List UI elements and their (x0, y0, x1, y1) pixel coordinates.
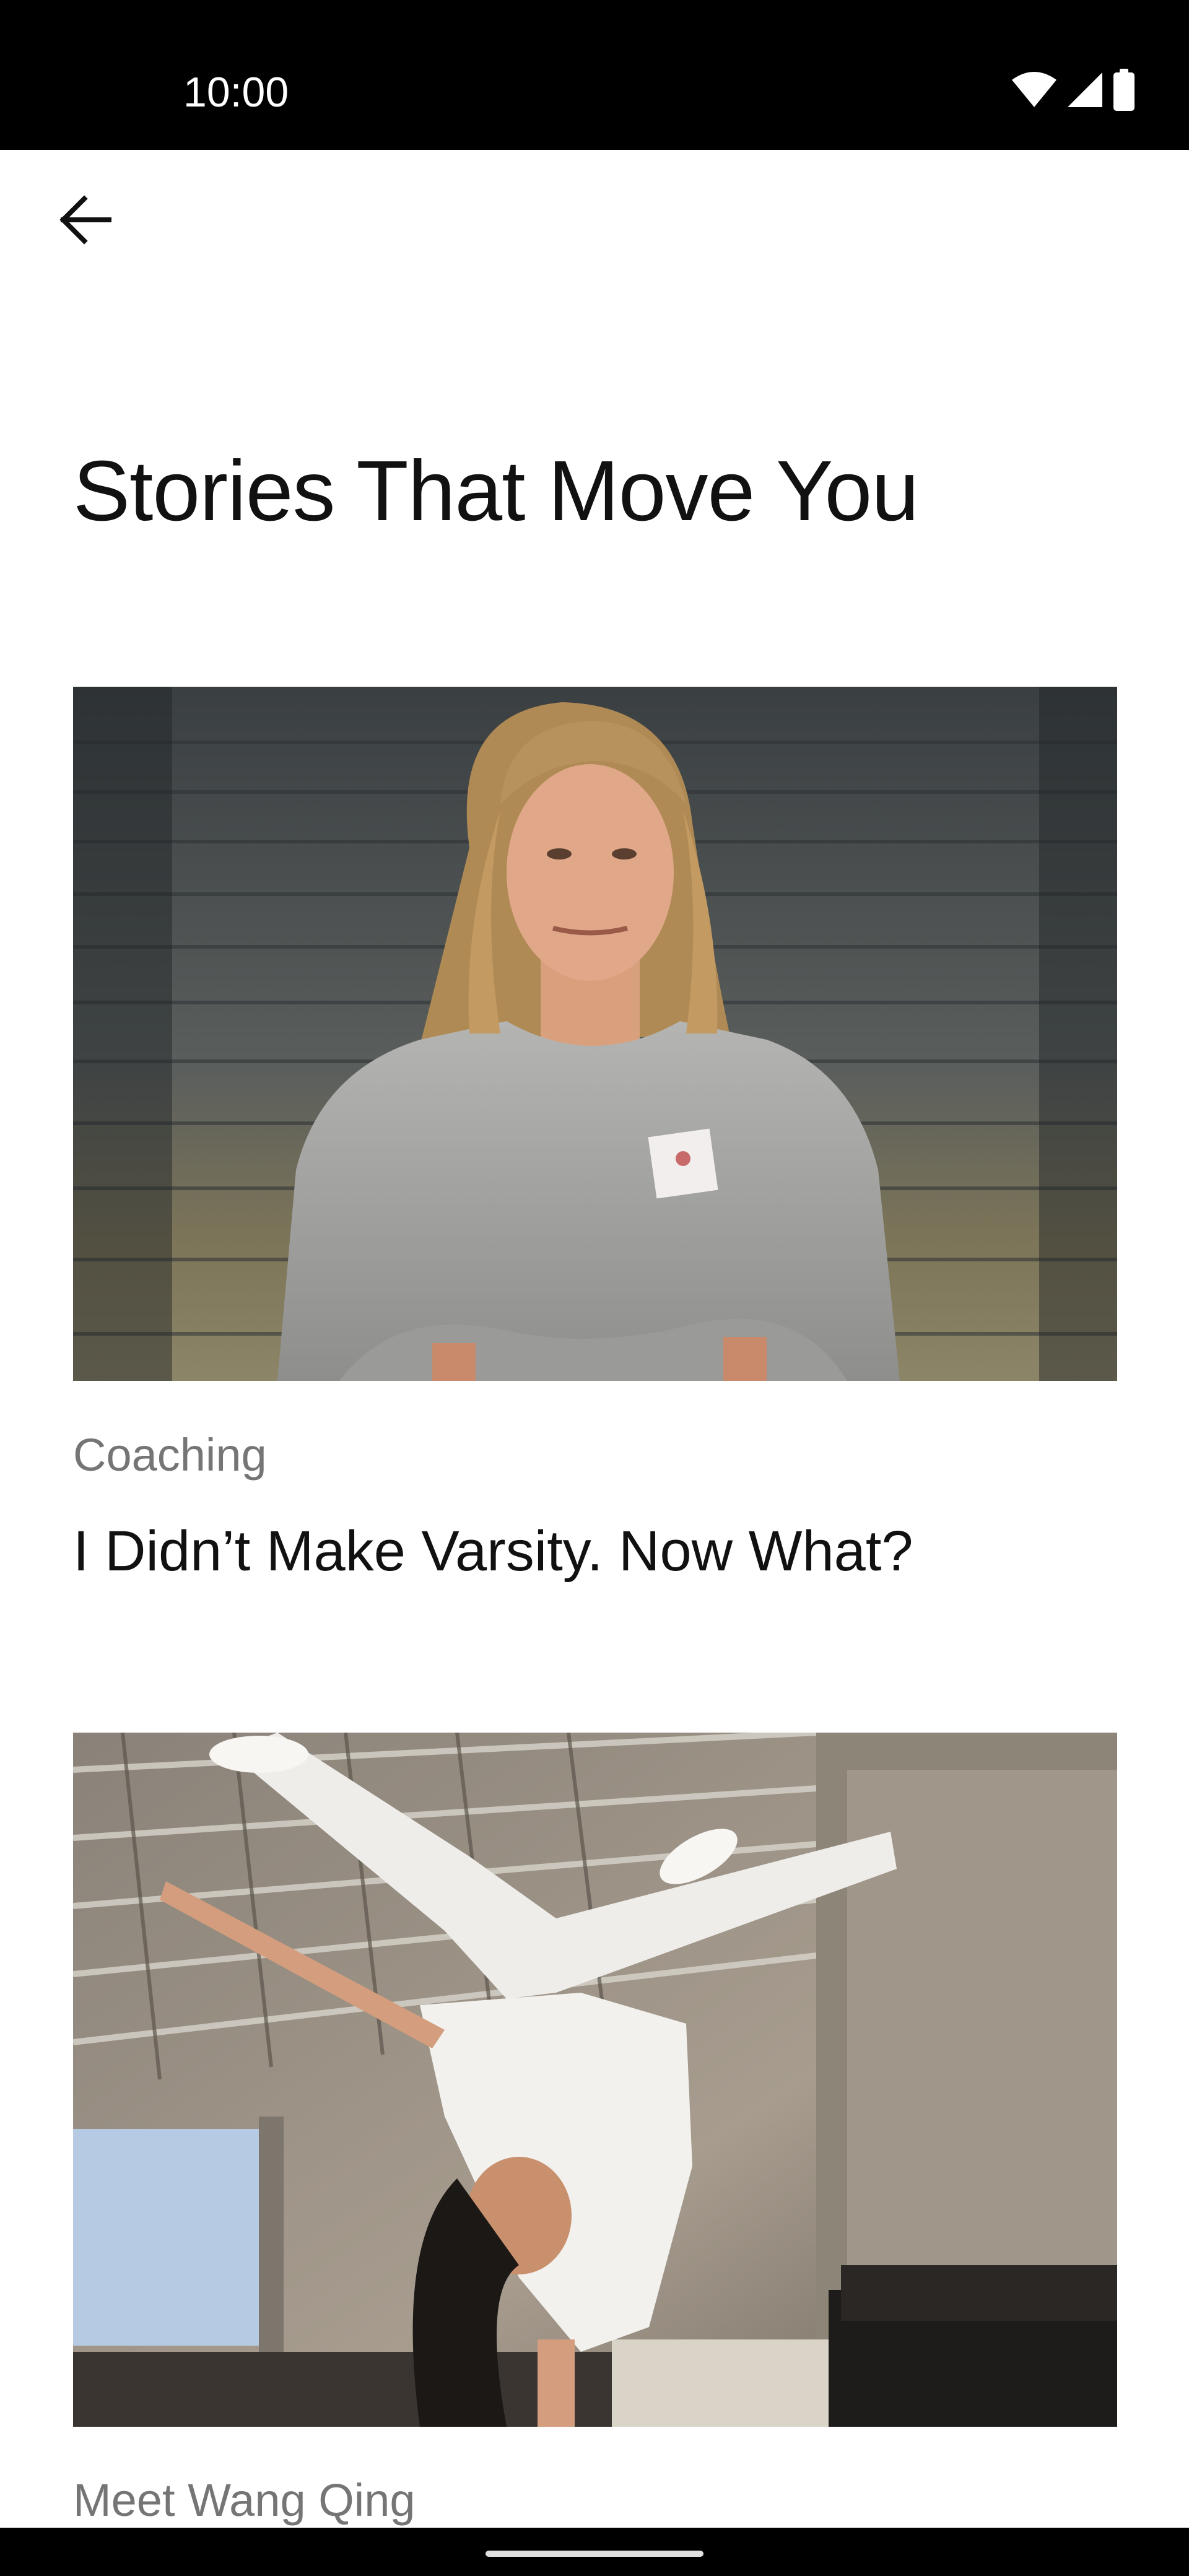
arrow-left-icon (58, 194, 111, 248)
page-title: Stories That Move You (73, 443, 919, 539)
story-headline: I Didn’t Make Varsity. Now What? (73, 1520, 913, 1583)
status-bar: 10:00 (0, 0, 1189, 150)
story-image[interactable] (73, 687, 1117, 1381)
story-image[interactable] (73, 1733, 1117, 2427)
signal-icon (1066, 71, 1104, 108)
status-time: 10:00 (183, 69, 289, 116)
story-category: Coaching (73, 1429, 267, 1481)
status-icons (1011, 68, 1136, 111)
wifi-icon (1011, 71, 1058, 108)
story-category: Meet Wang Qing (73, 2474, 416, 2526)
home-indicator[interactable] (486, 2551, 703, 2557)
story-card[interactable]: Coaching I Didn’t Make Varsity. Now What… (73, 687, 1117, 1616)
battery-icon (1112, 69, 1136, 111)
navigation-bar (0, 2528, 1189, 2576)
back-button[interactable] (51, 187, 119, 255)
story-card[interactable]: Meet Wang Qing (73, 1733, 1117, 2528)
app-bar (0, 150, 1189, 317)
